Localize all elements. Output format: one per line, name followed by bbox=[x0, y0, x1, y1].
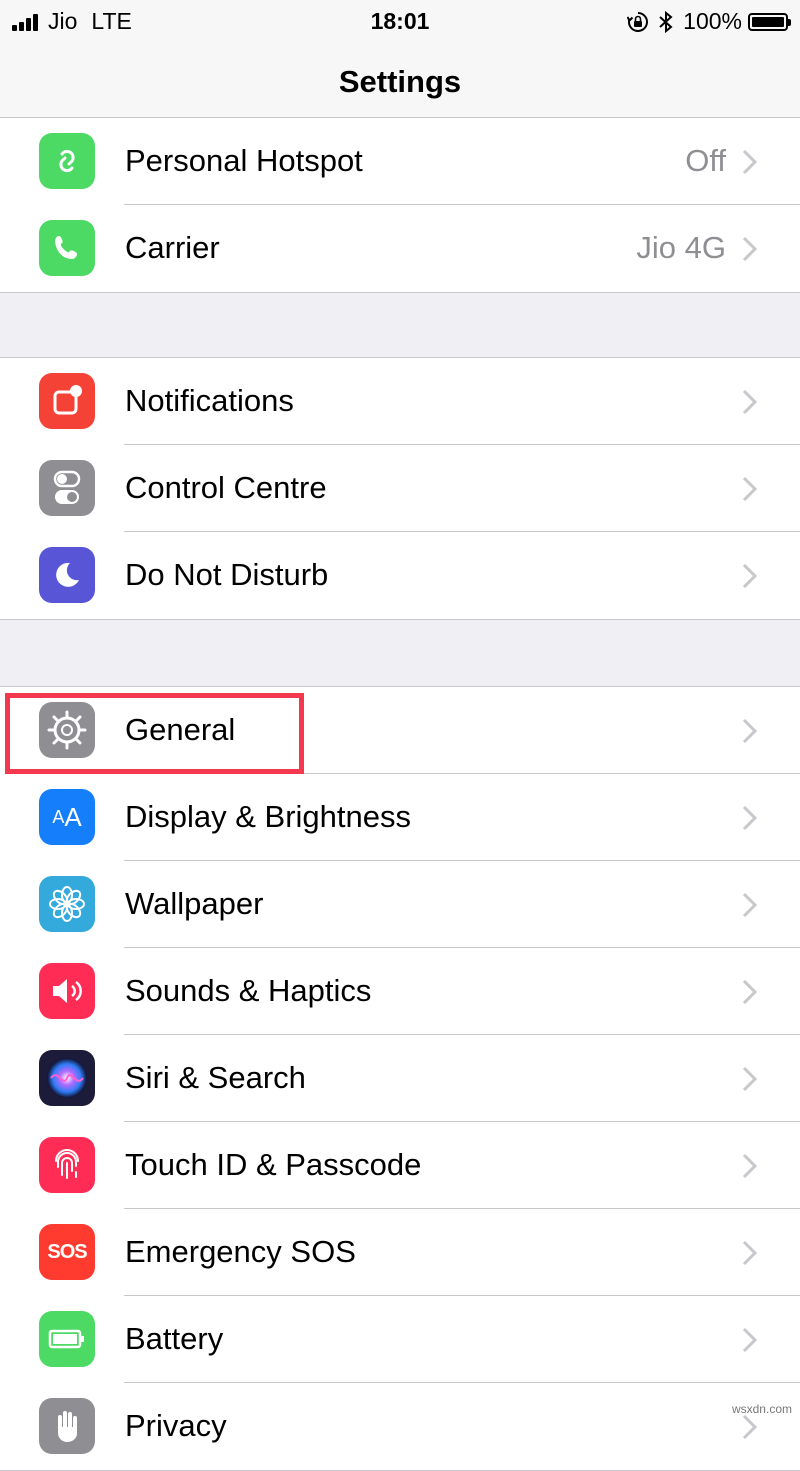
chevron-right-icon bbox=[742, 149, 758, 175]
chevron-right-icon bbox=[742, 389, 758, 415]
chevron-right-icon bbox=[742, 236, 758, 262]
status-bar: Jio LTE 18:01 100% bbox=[0, 0, 800, 42]
moon-icon bbox=[39, 547, 95, 603]
row-general[interactable]: General bbox=[0, 687, 800, 774]
phone-icon bbox=[39, 220, 95, 276]
hand-icon bbox=[39, 1398, 95, 1454]
row-value: Jio 4G bbox=[636, 230, 726, 265]
status-right: 100% bbox=[627, 8, 791, 35]
row-label: Battery bbox=[125, 1321, 224, 1356]
row-emergency-sos[interactable]: SOS Emergency SOS bbox=[0, 1209, 800, 1296]
orientation-lock-icon bbox=[627, 11, 649, 32]
settings-group-general: General AA Display & Brightness Wallpape… bbox=[0, 686, 800, 1471]
row-label: Notifications bbox=[125, 383, 294, 418]
row-label: Sounds & Haptics bbox=[125, 973, 372, 1008]
speaker-icon bbox=[39, 963, 95, 1019]
row-display-brightness[interactable]: AA Display & Brightness bbox=[0, 774, 800, 861]
hotspot-icon bbox=[39, 133, 95, 189]
row-label: Do Not Disturb bbox=[125, 557, 329, 592]
navigation-bar: Settings bbox=[0, 42, 800, 125]
chevron-right-icon bbox=[742, 1153, 758, 1179]
row-label: Personal Hotspot bbox=[125, 143, 363, 178]
watermark: wsxdn.com bbox=[731, 1402, 792, 1416]
settings-group-connectivity: Personal Hotspot Off Carrier Jio 4G bbox=[0, 117, 800, 293]
row-label: Emergency SOS bbox=[125, 1234, 356, 1269]
toggles-icon bbox=[39, 460, 95, 516]
row-label: Control Centre bbox=[125, 470, 327, 505]
chevron-right-icon bbox=[742, 1240, 758, 1266]
row-label: Touch ID & Passcode bbox=[125, 1147, 422, 1182]
settings-group-notifications: Notifications Control Centre Do Not Dist… bbox=[0, 357, 800, 620]
flower-icon bbox=[39, 876, 95, 932]
row-sounds-haptics[interactable]: Sounds & Haptics bbox=[0, 948, 800, 1035]
siri-icon bbox=[39, 1050, 95, 1106]
row-wallpaper[interactable]: Wallpaper bbox=[0, 861, 800, 948]
row-value: Off bbox=[685, 143, 726, 178]
row-carrier[interactable]: Carrier Jio 4G bbox=[0, 205, 800, 292]
chevron-right-icon bbox=[742, 1066, 758, 1092]
row-label: Display & Brightness bbox=[125, 799, 412, 834]
chevron-right-icon bbox=[742, 805, 758, 831]
chevron-right-icon bbox=[742, 1327, 758, 1353]
chevron-right-icon bbox=[742, 892, 758, 918]
page-title: Settings bbox=[338, 64, 462, 99]
chevron-right-icon bbox=[742, 718, 758, 744]
chevron-right-icon bbox=[742, 1414, 758, 1440]
sos-icon-text: SOS bbox=[47, 1240, 87, 1263]
row-label: General bbox=[125, 712, 236, 747]
battery-icon bbox=[39, 1311, 95, 1367]
row-personal-hotspot[interactable]: Personal Hotspot Off bbox=[0, 118, 800, 205]
battery-percentage: 100% bbox=[683, 8, 742, 34]
sos-icon: SOS bbox=[39, 1224, 95, 1280]
row-touch-id-passcode[interactable]: Touch ID & Passcode bbox=[0, 1122, 800, 1209]
row-label: Wallpaper bbox=[125, 886, 264, 921]
battery-status-icon bbox=[748, 12, 791, 31]
row-do-not-disturb[interactable]: Do Not Disturb bbox=[0, 532, 800, 619]
gear-icon bbox=[39, 702, 95, 758]
row-label: Siri & Search bbox=[125, 1060, 306, 1095]
row-label: Carrier bbox=[125, 230, 220, 265]
row-control-centre[interactable]: Control Centre bbox=[0, 445, 800, 532]
row-notifications[interactable]: Notifications bbox=[0, 358, 800, 445]
chevron-right-icon bbox=[742, 476, 758, 502]
row-label: Privacy bbox=[125, 1408, 227, 1443]
text-size-icon: AA bbox=[39, 789, 95, 845]
chevron-right-icon bbox=[742, 979, 758, 1005]
row-battery[interactable]: Battery bbox=[0, 1296, 800, 1383]
row-privacy[interactable]: Privacy bbox=[0, 1383, 800, 1470]
fingerprint-icon bbox=[39, 1137, 95, 1193]
chevron-right-icon bbox=[742, 563, 758, 589]
notifications-icon bbox=[39, 373, 95, 429]
bluetooth-icon bbox=[659, 10, 673, 33]
row-siri-search[interactable]: Siri & Search bbox=[0, 1035, 800, 1122]
